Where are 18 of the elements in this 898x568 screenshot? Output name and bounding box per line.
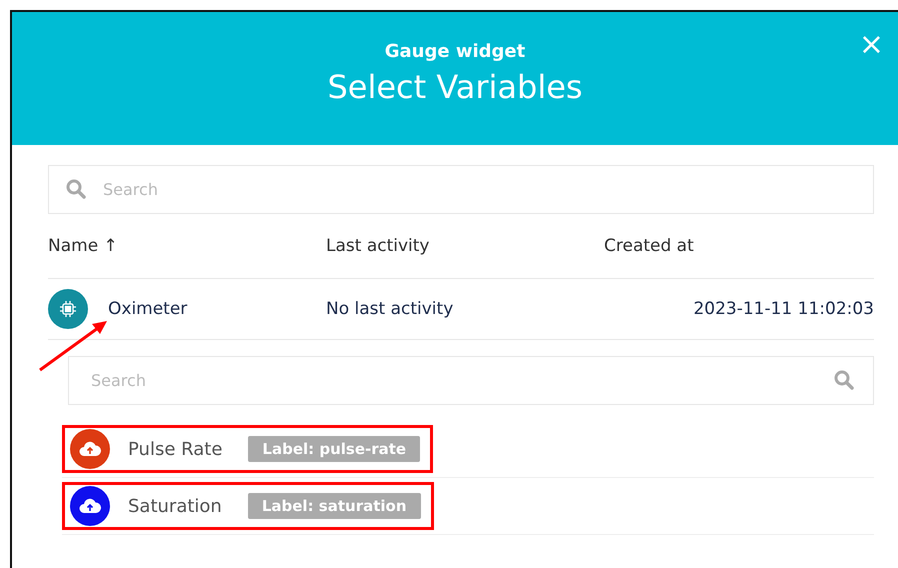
- label-tag: Label: saturation: [248, 493, 421, 519]
- search-field[interactable]: Search: [68, 356, 874, 405]
- label-tag: Label: pulse-rate: [248, 436, 420, 462]
- chip-icon: [48, 289, 88, 329]
- column-header: Created at: [604, 236, 695, 256]
- sort-column-header[interactable]: Name ↑: [48, 236, 326, 256]
- dialog-subtitle: Gauge widget: [384, 41, 526, 62]
- search-icon: [66, 179, 86, 199]
- search-icon: [834, 370, 854, 390]
- last-activity: No last activity: [326, 299, 454, 319]
- column-header: Last activity: [326, 236, 430, 256]
- annotation-arrow: [39, 321, 107, 372]
- dialog-title: Select Variables: [327, 68, 583, 106]
- device-name[interactable]: Oximeter: [108, 299, 188, 319]
- variable-name[interactable]: Saturation: [128, 496, 222, 516]
- search-field[interactable]: Search: [48, 165, 874, 214]
- variable-name[interactable]: Pulse Rate: [128, 438, 222, 460]
- created-at: 2023-11-11 11:02:03: [692, 299, 874, 319]
